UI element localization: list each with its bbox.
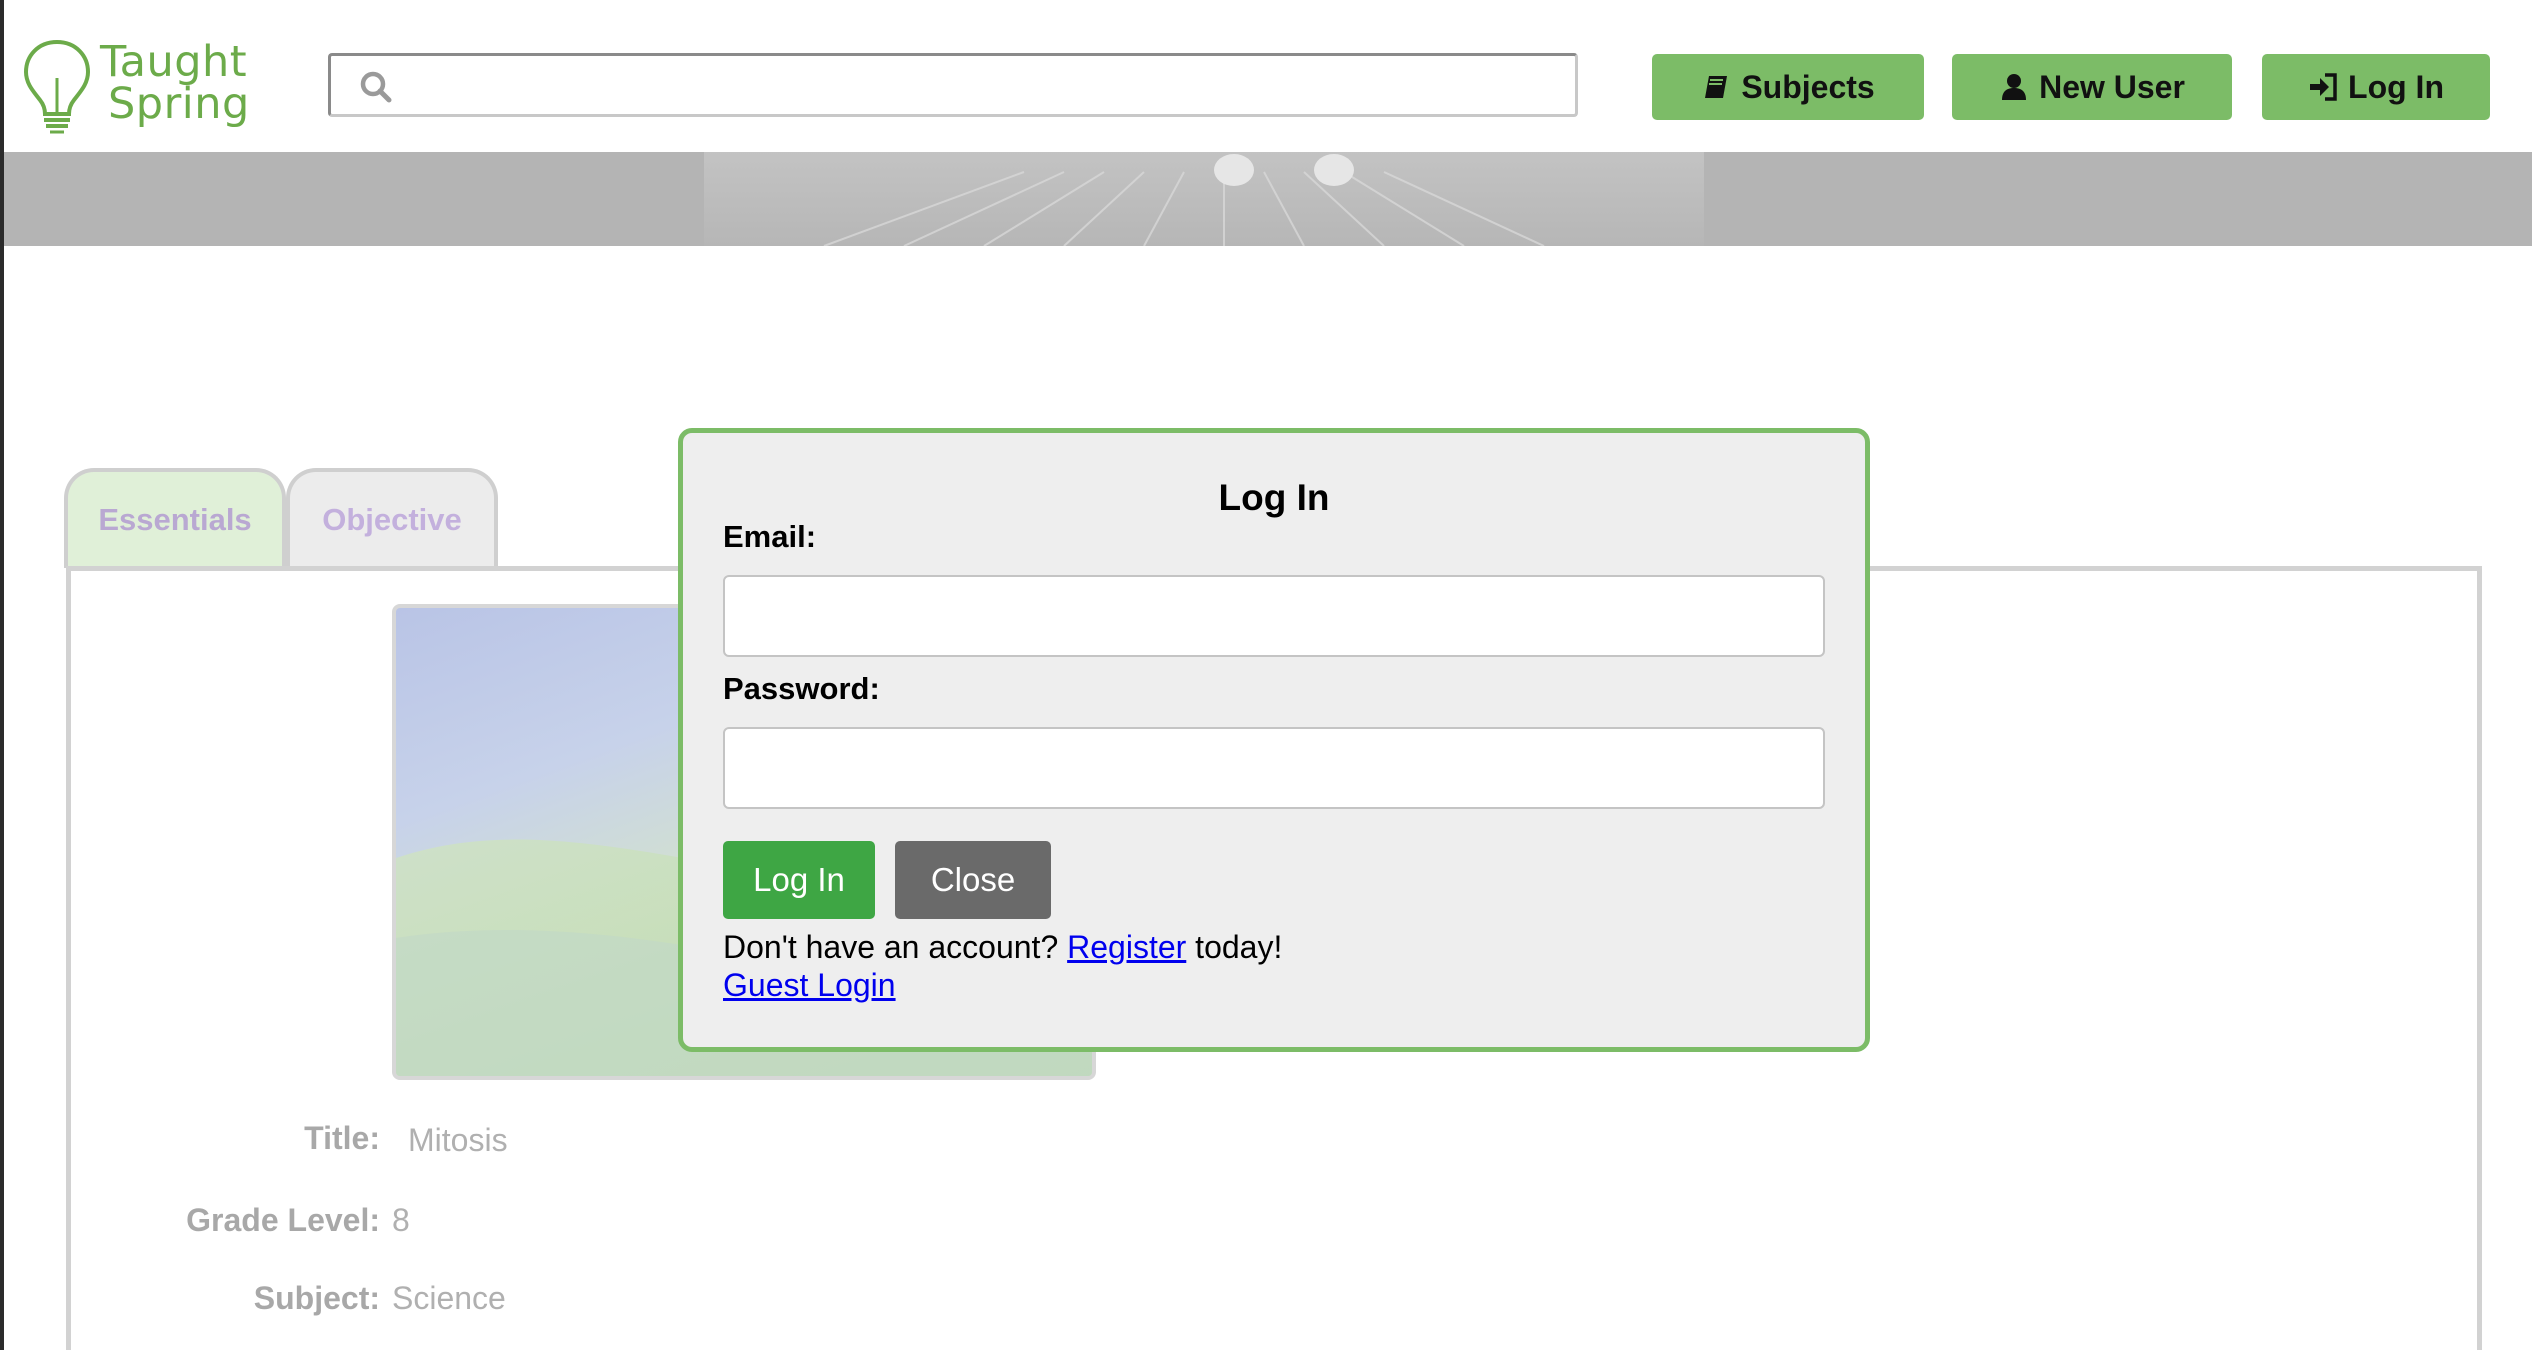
subject-value: Science <box>392 1280 506 1316</box>
modal-title: Log In <box>1218 477 1330 518</box>
banner-art <box>704 152 1704 246</box>
register-prefix: Don't have an account? <box>723 929 1059 965</box>
banner-image <box>4 152 2532 246</box>
log-in-button[interactable]: Log In <box>723 841 875 919</box>
grade-level-value: 8 <box>392 1202 410 1238</box>
login-modal: Log In Email: Password: Log In Close Don… <box>678 428 1870 1052</box>
register-line: Don't have an account? Register today! <box>723 929 1282 966</box>
guest-line: Guest Login <box>723 967 896 1004</box>
new-user-button[interactable]: New User <box>1952 54 2232 120</box>
tab-objective[interactable]: Objective <box>286 468 498 568</box>
subjects-button[interactable]: Subjects <box>1652 54 1924 120</box>
logo[interactable]: Taught Spring <box>22 38 272 134</box>
logo-text-line1: Taught <box>100 37 248 87</box>
tab-objective-label: Objective <box>322 502 462 537</box>
subjects-label: Subjects <box>1741 68 1875 105</box>
tab-essentials-label: Essentials <box>98 502 252 537</box>
email-field[interactable] <box>723 575 1825 657</box>
sign-in-icon <box>2310 73 2337 101</box>
title-label: Title: <box>304 1120 380 1156</box>
register-suffix: today! <box>1195 929 1283 965</box>
grade-level-label: Grade Level: <box>186 1202 380 1238</box>
guest-login-link[interactable]: Guest Login <box>723 967 896 1003</box>
search-input[interactable] <box>411 62 1565 110</box>
header-log-in-label: Log In <box>2348 68 2444 105</box>
close-button[interactable]: Close <box>895 841 1051 919</box>
title-value: Mitosis <box>408 1122 508 1158</box>
email-label: Email: <box>723 519 817 554</box>
lightbulb-icon <box>23 39 91 134</box>
tab-essentials[interactable]: Essentials <box>64 468 286 568</box>
register-link[interactable]: Register <box>1067 929 1186 965</box>
header: Taught Spring Subjects New User Log In <box>4 0 2532 152</box>
new-user-label: New User <box>2039 68 2185 105</box>
password-label: Password: <box>723 671 880 706</box>
book-icon <box>1705 76 1728 98</box>
user-icon <box>2002 74 2027 100</box>
logo-text-line2: Spring <box>108 79 250 129</box>
search-icon <box>360 71 392 103</box>
page: Taught Spring Subjects New User Log In E… <box>0 0 2532 1350</box>
password-field[interactable] <box>723 727 1825 809</box>
subject-label: Subject: <box>253 1280 380 1316</box>
header-log-in-button[interactable]: Log In <box>2262 54 2490 120</box>
search-bar[interactable] <box>328 53 1578 117</box>
